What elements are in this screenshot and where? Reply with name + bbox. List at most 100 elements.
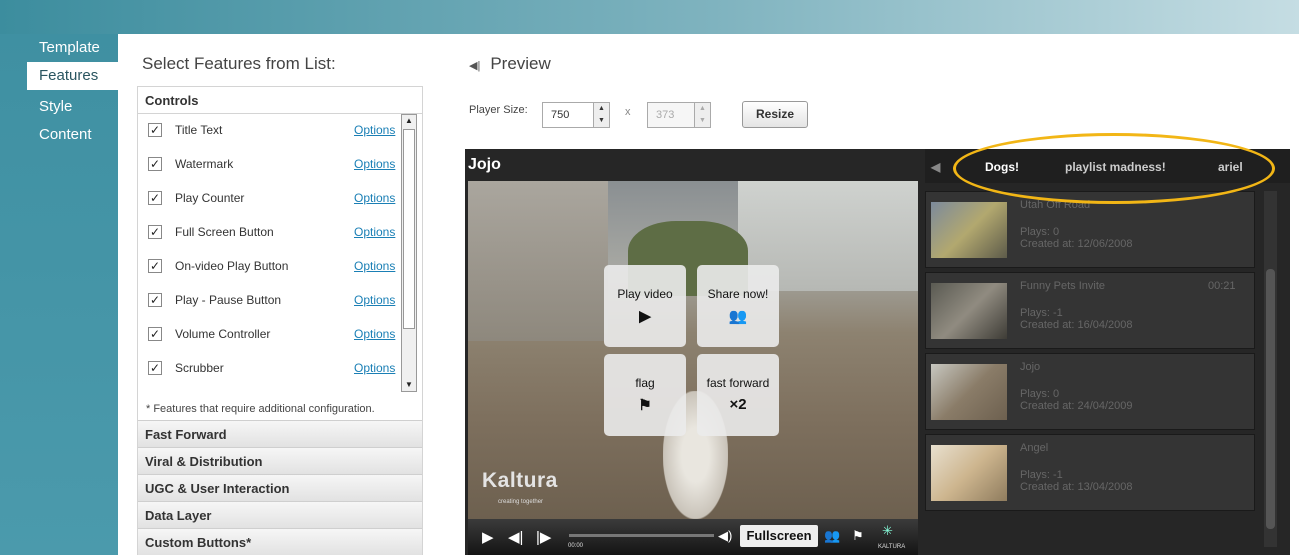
playlist-item[interactable]: Angel Plays: -1 Created at: 13/04/2008 [925, 434, 1255, 511]
play-icon: ▶ [639, 308, 651, 325]
control-bar: ▶ ◀| |▶ 00:00 ◀) Fullscreen 👥 ⚑ ✳ KALTUR… [468, 519, 918, 555]
playlist-item[interactable]: Jojo Plays: 0 Created at: 24/04/2009 [925, 353, 1255, 430]
checkbox[interactable]: ✓ [148, 361, 162, 375]
item-plays: Plays: 0 [1020, 388, 1060, 400]
height-stepper[interactable]: 373 ▲ ▼ [647, 102, 711, 128]
player-size-label: Player Size: [469, 104, 528, 116]
scrubber-bar[interactable] [569, 534, 714, 537]
scroll-down-icon[interactable]: ▼ [403, 379, 415, 391]
nav-style[interactable]: Style [27, 93, 118, 121]
options-link[interactable]: Options [354, 361, 395, 375]
flag-icon: ⚑ [638, 397, 652, 414]
checkbox[interactable]: ✓ [148, 157, 162, 171]
kaltura-watermark: Kaltura [482, 469, 558, 492]
item-plays: Plays: -1 [1020, 307, 1063, 319]
next-icon[interactable]: |▶ [536, 528, 551, 546]
section-data-layer[interactable]: Data Layer [138, 501, 422, 528]
options-link[interactable]: Options [354, 293, 395, 307]
playlist-scrollbar[interactable] [1264, 191, 1277, 547]
preview-heading[interactable]: ◀| Preview [469, 54, 551, 74]
section-ugc-user-interaction[interactable]: UGC & User Interaction [138, 474, 422, 501]
player-title: Jojo [468, 156, 501, 173]
button-label: Play video [617, 287, 673, 301]
video-thumbnail [931, 364, 1007, 420]
checkbox[interactable]: ✓ [148, 293, 162, 307]
video-thumbnail [931, 445, 1007, 501]
item-name: Jojo [1020, 361, 1041, 373]
height-value: 373 [656, 109, 675, 121]
item-plays: Plays: 0 [1020, 226, 1060, 238]
nav-template[interactable]: Template [27, 34, 118, 62]
kaltura-tagline: creating together [498, 499, 544, 505]
item-created: Created at: 24/04/2009 [1020, 400, 1133, 412]
checkbox[interactable]: ✓ [148, 327, 162, 341]
video-thumbnail [931, 202, 1007, 258]
share-people-icon[interactable]: 👥 [824, 528, 840, 544]
features-scrollbar[interactable]: ▲ ▼ [401, 114, 417, 392]
feature-label: Full Screen Button [175, 225, 274, 239]
nav-content[interactable]: Content [27, 121, 118, 149]
feature-label: Play Counter [175, 191, 245, 205]
features-panel: Controls ✓ Title Text Options ✓ Watermar… [137, 86, 423, 555]
width-stepper[interactable]: 750 ▲ ▼ [542, 102, 610, 128]
checkbox[interactable]: ✓ [148, 123, 162, 137]
fast-forward-x2-icon: ×2 [729, 396, 747, 413]
play-video-button[interactable]: Play video ▶ [604, 265, 686, 347]
section-fast-forward[interactable]: Fast Forward [138, 420, 422, 447]
video-thumbnail [931, 283, 1007, 339]
button-label: Share now! [707, 287, 769, 301]
fast-forward-button[interactable]: fast forward ×2 [697, 354, 779, 436]
scroll-up-icon[interactable]: ▲ [403, 115, 415, 127]
section-custom-buttons[interactable]: Custom Buttons* [138, 528, 422, 555]
section-viral-distribution[interactable]: Viral & Distribution [138, 447, 422, 474]
feature-label: Scrubber [175, 361, 224, 375]
scroll-thumb[interactable] [403, 129, 415, 329]
stepper-arrows-icon[interactable]: ▲ ▼ [593, 103, 609, 127]
options-link[interactable]: Options [354, 225, 395, 239]
scroll-thumb[interactable] [1266, 269, 1275, 529]
volume-icon[interactable]: ◀) [718, 528, 732, 544]
item-name: Angel [1020, 442, 1049, 454]
item-name: Funny Pets Invite [1020, 280, 1105, 292]
top-banner [0, 0, 1299, 34]
play-icon[interactable]: ▶ [482, 528, 494, 546]
features-heading: Select Features from List: [142, 54, 336, 73]
checkbox[interactable]: ✓ [148, 225, 162, 239]
flag-button[interactable]: flag ⚑ [604, 354, 686, 436]
item-plays: Plays: -1 [1020, 469, 1063, 481]
item-duration: 00:21 [1208, 280, 1236, 292]
share-people-icon: 👥 [728, 308, 748, 325]
nav-features[interactable]: Features [27, 62, 118, 90]
video-player: Jojo Play video ▶ Share now! 👥 flag ⚑ fa… [465, 149, 1290, 555]
share-now-button[interactable]: Share now! 👥 [697, 265, 779, 347]
feature-label: Title Text [175, 123, 223, 137]
feature-label: On-video Play Button [175, 259, 289, 273]
options-link[interactable]: Options [354, 157, 395, 171]
options-link[interactable]: Options [354, 191, 395, 205]
previous-icon[interactable]: ◀| [508, 528, 523, 546]
stepper-arrows-icon[interactable]: ▲ ▼ [694, 103, 710, 127]
resize-button[interactable]: Resize [742, 101, 808, 128]
kaltura-logo-icon[interactable]: ✳ [882, 523, 893, 539]
checkbox[interactable]: ✓ [148, 191, 162, 205]
playlist-list: Utah Off Road Plays: 0 Created at: 12/06… [925, 191, 1261, 555]
preview-label: Preview [490, 54, 551, 73]
options-link[interactable]: Options [354, 259, 395, 273]
feature-label: Play - Pause Button [175, 293, 282, 307]
checkbox[interactable]: ✓ [148, 259, 162, 273]
options-link[interactable]: Options [354, 327, 395, 341]
video-frame[interactable]: Play video ▶ Share now! 👥 flag ⚑ fast fo… [468, 181, 918, 519]
playlist-prev-arrow-icon[interactable]: ◀ [931, 160, 940, 174]
section-controls[interactable]: Controls [138, 87, 422, 114]
collapse-arrow-icon[interactable]: ◀| [469, 59, 480, 72]
size-separator: x [625, 106, 631, 118]
video-scene-steps [468, 181, 608, 341]
playlist-item[interactable]: Funny Pets Invite 00:21 Plays: -1 Create… [925, 272, 1255, 349]
fullscreen-button[interactable]: Fullscreen [740, 525, 818, 547]
item-created: Created at: 12/06/2008 [1020, 238, 1133, 250]
kaltura-brand: KALTURA [878, 544, 906, 550]
feature-label: Watermark [175, 157, 234, 171]
current-time: 00:00 [568, 543, 584, 549]
options-link[interactable]: Options [354, 123, 395, 137]
flag-icon[interactable]: ⚑ [852, 528, 864, 544]
